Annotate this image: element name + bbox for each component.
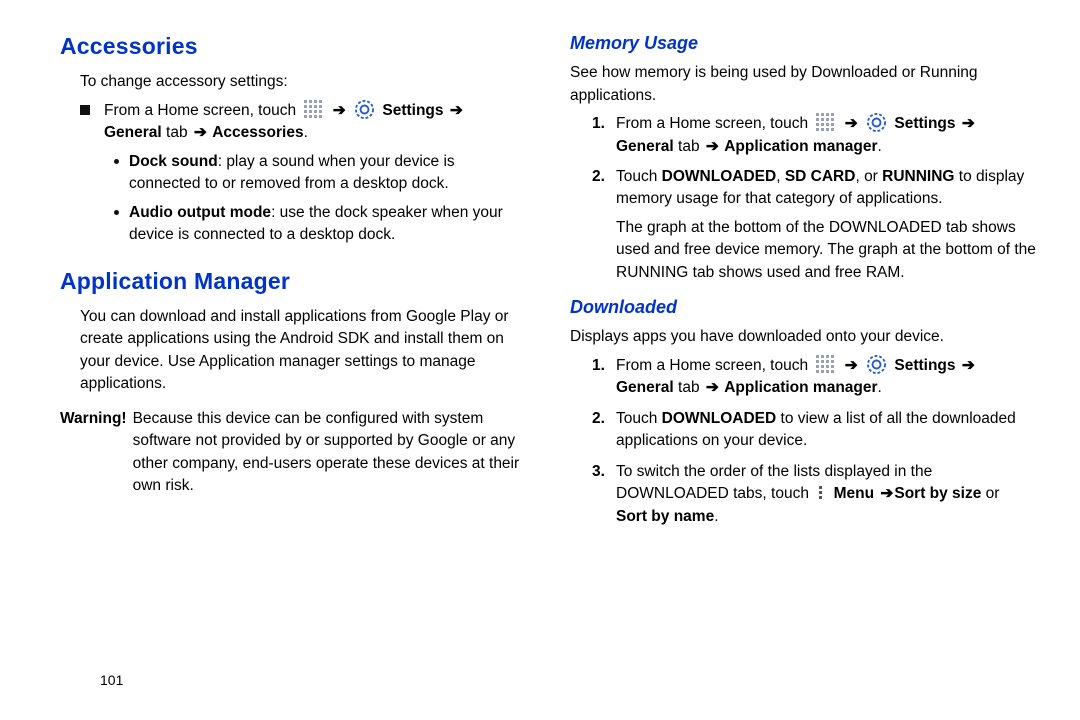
menu-dots-icon — [817, 485, 825, 501]
text-appmgr: Application manager — [724, 379, 877, 396]
left-column: Accessories To change accessory settings… — [60, 30, 550, 700]
appmgr-intro: You can download and install application… — [60, 306, 530, 396]
arrow-icon: ➔ — [960, 357, 976, 374]
warning-text: Because this device can be configured wi… — [133, 408, 530, 498]
step-number: 1. — [592, 113, 605, 135]
text: From a Home screen, touch — [104, 102, 296, 119]
heading-downloaded: Downloaded — [570, 294, 1040, 320]
warning-block: Warning! Because this device can be conf… — [60, 408, 530, 498]
arrow-icon: ➔ — [960, 115, 976, 132]
downloaded-intro: Displays apps you have downloaded onto y… — [570, 326, 1040, 348]
memory-step-1: 1. From a Home screen, touch ➔ Settings … — [598, 113, 1040, 158]
text-bold: SD CARD — [785, 168, 856, 185]
text: or — [981, 485, 999, 502]
text: . — [304, 124, 308, 141]
arrow-icon: ➔ — [843, 357, 859, 374]
accessories-sub1: Dock sound: play a sound when your devic… — [114, 151, 530, 196]
downloaded-steps: 1. From a Home screen, touch ➔ Settings … — [570, 355, 1040, 528]
text-general: General — [616, 138, 674, 155]
text: Dock sound: play a sound when your devic… — [129, 151, 530, 196]
apps-grid-icon — [304, 100, 322, 118]
gear-icon — [867, 355, 886, 374]
arrow-icon: ➔ — [704, 138, 720, 155]
text-menu: Menu — [834, 485, 879, 502]
text: tab — [674, 379, 704, 396]
downloaded-step-3: 3. To switch the order of the lists disp… — [598, 461, 1040, 528]
heading-memory-usage: Memory Usage — [570, 30, 1040, 56]
text-settings: Settings — [382, 102, 443, 119]
text-appmgr: Application manager — [724, 138, 877, 155]
text: Touch — [616, 410, 662, 427]
gear-icon — [867, 113, 886, 132]
apps-grid-icon — [816, 355, 834, 373]
accessories-intro: To change accessory settings: — [60, 71, 530, 93]
accessories-step: From a Home screen, touch ➔ Settings ➔ G… — [80, 100, 530, 145]
text: The graph at the bottom of the DOWNLOADE… — [616, 219, 1036, 281]
heading-accessories: Accessories — [60, 30, 530, 63]
text-bold: RUNNING — [882, 168, 954, 185]
text: From a Home screen, touch — [616, 357, 808, 374]
warning-label: Warning! — [60, 408, 127, 498]
arrow-icon: ➔ — [704, 379, 720, 396]
text: , — [776, 168, 785, 185]
accessories-step-text: From a Home screen, touch ➔ Settings ➔ G… — [104, 100, 464, 145]
text-bold: Audio output mode — [129, 204, 271, 221]
text: . — [714, 508, 718, 525]
step-number: 2. — [592, 408, 605, 430]
text-settings: Settings — [894, 115, 955, 132]
arrow-icon: ➔ — [331, 102, 347, 119]
step-number: 2. — [592, 166, 605, 188]
heading-application-manager: Application Manager — [60, 265, 530, 298]
text: , or — [855, 168, 882, 185]
text-general: General — [104, 124, 162, 141]
text-bold: Dock sound — [129, 153, 218, 170]
text-accessories: Accessories — [212, 124, 303, 141]
memory-steps: 1. From a Home screen, touch ➔ Settings … — [570, 113, 1040, 284]
text-sort-name: Sort by name — [616, 508, 714, 525]
downloaded-step-2: 2. Touch DOWNLOADED to view a list of al… — [598, 408, 1040, 453]
text: Touch — [616, 168, 662, 185]
text: Audio output mode: use the dock speaker … — [129, 202, 530, 247]
dot-bullet-icon — [114, 159, 119, 164]
page-number: 101 — [100, 672, 123, 688]
text: . — [878, 379, 882, 396]
memory-step-2: 2. Touch DOWNLOADED, SD CARD, or RUNNING… — [598, 166, 1040, 284]
text: From a Home screen, touch — [616, 115, 808, 132]
arrow-icon: ➔ — [192, 124, 208, 141]
manual-page: Accessories To change accessory settings… — [0, 0, 1080, 720]
step-number: 1. — [592, 355, 605, 377]
arrow-icon: ➔ — [448, 102, 464, 119]
apps-grid-icon — [816, 113, 834, 131]
text-bold: DOWNLOADED — [662, 168, 777, 185]
downloaded-step-1: 1. From a Home screen, touch ➔ Settings … — [598, 355, 1040, 400]
text: tab — [162, 124, 192, 141]
text-sort-size: Sort by size — [894, 485, 981, 502]
text: . — [878, 138, 882, 155]
memory-intro: See how memory is being used by Download… — [570, 62, 1040, 107]
arrow-icon: ➔ — [843, 115, 859, 132]
text-settings: Settings — [894, 357, 955, 374]
arrow-icon: ➔ — [878, 485, 894, 502]
gear-icon — [355, 100, 374, 119]
text-general: General — [616, 379, 674, 396]
accessories-sub2: Audio output mode: use the dock speaker … — [114, 202, 530, 247]
right-column: Memory Usage See how memory is being use… — [550, 30, 1040, 700]
text-bold: DOWNLOADED — [662, 410, 777, 427]
square-bullet-icon — [80, 105, 90, 115]
dot-bullet-icon — [114, 210, 119, 215]
step-number: 3. — [592, 461, 605, 483]
text: tab — [674, 138, 704, 155]
